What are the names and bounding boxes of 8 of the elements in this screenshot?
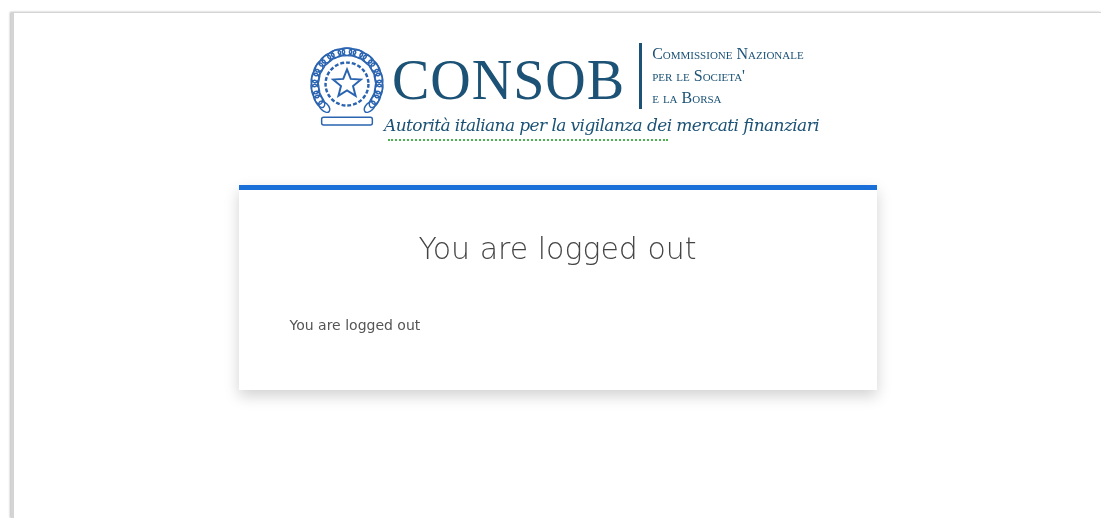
logo-subtitle-line: Commissione Nazionale	[652, 44, 804, 64]
logo-subtitle-line: e la Borsa	[652, 88, 723, 108]
logout-message: You are logged out	[289, 315, 422, 335]
logo-subtitle-line: per le Societa'	[652, 66, 746, 86]
logo-wordmark: CONSOB	[392, 52, 626, 108]
logo-divider	[639, 43, 643, 109]
tagline: Autorità italiana per la vigilanza dei mercati finanziari	[384, 114, 819, 137]
card-title: You are logged out	[418, 229, 697, 268]
